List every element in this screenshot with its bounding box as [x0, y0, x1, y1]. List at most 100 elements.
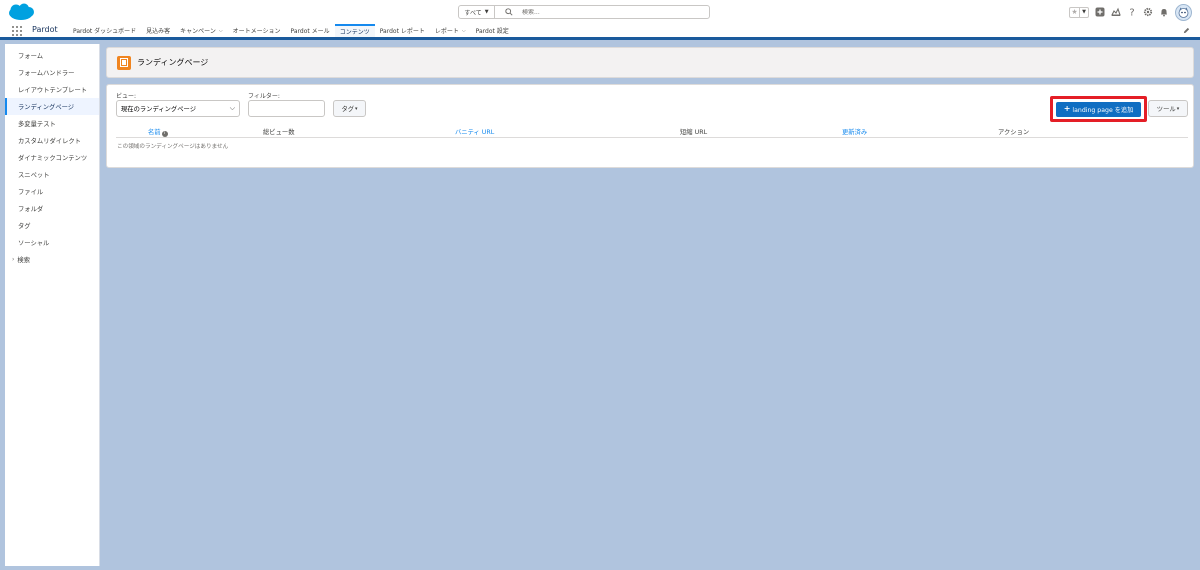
nav-tab-pardot-email[interactable]: Pardot メール [286, 24, 335, 37]
search-input[interactable] [522, 8, 702, 16]
app-launcher-icon[interactable] [12, 26, 22, 36]
column-header-label: アクション [998, 129, 1030, 136]
sidebar-item-label: ダイナミックコンテンツ [18, 155, 88, 162]
nav-tab-label: Pardot メール [290, 28, 330, 35]
svg-text:?: ? [1129, 8, 1134, 18]
sidebar-item-dynamic-content[interactable]: ダイナミックコンテンツ [5, 149, 99, 166]
caret-down-icon: ▾ [1176, 105, 1180, 112]
help-icon[interactable]: ? [1127, 7, 1137, 18]
notifications-bell-icon[interactable] [1159, 7, 1169, 17]
chevron-down-icon: ⌵ [229, 104, 235, 112]
column-header-name[interactable]: 名前 i [148, 127, 168, 137]
sidebar-item-label: ソーシャル [18, 240, 50, 247]
sidebar-item-landing-pages[interactable]: ランディングページ [5, 98, 99, 115]
chevron-down-icon: ▼ [484, 9, 489, 15]
search-scope-label: すべて [464, 9, 482, 17]
nav-tab-automation[interactable]: オートメーション [228, 24, 286, 37]
nav-tab-reports[interactable]: レポート ⌵ [430, 24, 471, 37]
sidebar-item-folders[interactable]: フォルダ [5, 200, 99, 217]
nav-tab-prospects[interactable]: 見込み客 [141, 24, 175, 37]
nav-tabs: Pardot ダッシュボード 見込み客 キャンペーン ⌵ オートメーション Par… [68, 24, 514, 37]
sidebar-item-label: 多変量テスト [18, 121, 56, 128]
chevron-down-icon[interactable]: ▼ [1079, 7, 1088, 17]
sidebar-item-files[interactable]: ファイル [5, 183, 99, 200]
nav-tab-label: キャンペーン [180, 28, 216, 35]
avatar[interactable] [1175, 3, 1192, 21]
header-utility-icons: ★ ▼ ? [1069, 3, 1192, 21]
table-header: 名前 i 総ビュー数 バニティ URL 短縮 URL 更新済み アクション [116, 125, 1188, 138]
sidebar-item-label: カスタムリダイレクト [18, 138, 81, 145]
add-icon[interactable] [1095, 7, 1105, 17]
nav-tab-content[interactable]: コンテンツ [334, 24, 375, 37]
column-header-label: 名前 [148, 129, 161, 136]
sidebar-item-multivariate-tests[interactable]: 多変量テスト [5, 115, 99, 132]
plus-icon: + [1063, 104, 1071, 113]
view-label: ビュー: [116, 93, 137, 100]
tag-button[interactable]: タグ ▾ [333, 100, 366, 117]
info-icon[interactable]: i [161, 131, 168, 137]
column-header-vanity-url[interactable]: バニティ URL [455, 127, 494, 136]
tag-button-label: タグ [341, 106, 355, 113]
tools-button-label: ツール [1156, 106, 1176, 113]
column-header-label: 更新済み [842, 129, 868, 136]
sidebar-item-label: ランディングページ [18, 104, 75, 111]
search-icon [505, 8, 513, 16]
sidebar-item-label: ファイル [18, 189, 44, 196]
column-header-short-url: 短縮 URL [680, 127, 707, 136]
view-select-value: 現在のランディングページ [121, 106, 196, 113]
sidebar-item-tags[interactable]: タグ [5, 217, 99, 234]
sidebar-item-forms[interactable]: フォーム [5, 47, 99, 64]
nav-tab-label: Pardot レポート [379, 28, 425, 35]
nav-tab-label: 見込み客 [146, 28, 171, 35]
sidebar-item-social[interactable]: ソーシャル [5, 234, 99, 251]
app-name: Pardot [32, 25, 58, 34]
sidebar-item-label: フォームハンドラー [18, 70, 75, 77]
column-header-total-views: 総ビュー数 [263, 127, 294, 136]
sidebar-item-custom-redirects[interactable]: カスタムリダイレクト [5, 132, 99, 149]
global-header: すべて ▼ ★ ▼ ? [0, 0, 1200, 24]
sidebar-item-label: 検索 [17, 257, 30, 264]
view-select[interactable]: 現在のランディングページ ⌵ [116, 100, 240, 117]
trailhead-icon[interactable] [1111, 7, 1121, 17]
add-landing-page-label: landing page を追加 [1072, 106, 1134, 114]
settings-gear-icon[interactable] [1143, 7, 1153, 17]
sidebar-item-label: タグ [18, 223, 31, 230]
sidebar-item-label: フォーム [18, 53, 43, 60]
chevron-down-icon[interactable]: ⌵ [462, 28, 466, 34]
global-search: すべて ▼ [458, 5, 710, 19]
column-header-updated[interactable]: 更新済み [842, 127, 867, 136]
landing-page-icon [117, 55, 131, 70]
nav-tab-pardot-dashboard[interactable]: Pardot ダッシュボード [68, 24, 141, 37]
page-header: ランディングページ [106, 47, 1194, 78]
nav-tab-pardot-reports[interactable]: Pardot レポート [375, 24, 430, 37]
column-header-label: 総ビュー数 [263, 129, 295, 136]
nav-tab-campaigns[interactable]: キャンペーン ⌵ [175, 24, 228, 37]
sidebar-item-layout-templates[interactable]: レイアウトテンプレート [5, 81, 99, 98]
caret-down-icon: ▾ [355, 105, 358, 112]
nav-tab-label: コンテンツ [339, 29, 370, 36]
column-header-label: バニティ URL [455, 129, 495, 136]
chevron-right-icon: › [12, 256, 15, 263]
sidebar-item-label: レイアウトテンプレート [18, 87, 88, 94]
landing-pages-list-card: ビュー: 現在のランディングページ ⌵ フィルター: タグ ▾ + landin… [106, 84, 1194, 168]
sidebar-item-form-handlers[interactable]: フォームハンドラー [5, 64, 99, 81]
sidebar-item-snippets[interactable]: スニペット [5, 166, 99, 183]
edit-pencil-icon[interactable] [1183, 27, 1190, 34]
filter-label: フィルター: [248, 93, 280, 100]
sidebar-item-search[interactable]: › 検索 [5, 251, 99, 268]
favorites-star-icon[interactable]: ★ [1070, 8, 1079, 17]
nav-tab-label: レポート [434, 28, 459, 35]
tools-button[interactable]: ツール ▾ [1148, 100, 1188, 117]
add-landing-page-button[interactable]: + landing page を追加 [1056, 101, 1141, 117]
nav-tab-label: Pardot ダッシュボード [73, 28, 137, 35]
nav-tab-pardot-settings[interactable]: Pardot 設定 [471, 24, 514, 37]
column-header-actions: アクション [998, 127, 1029, 136]
chevron-down-icon[interactable]: ⌵ [219, 28, 223, 34]
page-title: ランディングページ [137, 58, 209, 67]
sidebar-item-label: スニペット [18, 172, 50, 179]
salesforce-logo[interactable] [7, 3, 35, 22]
filter-input[interactable] [248, 100, 325, 117]
nav-tab-label: オートメーション [232, 28, 281, 35]
search-scope-select[interactable]: すべて ▼ [459, 6, 495, 18]
empty-table-message: この領域のランディングページはありません [117, 144, 229, 150]
